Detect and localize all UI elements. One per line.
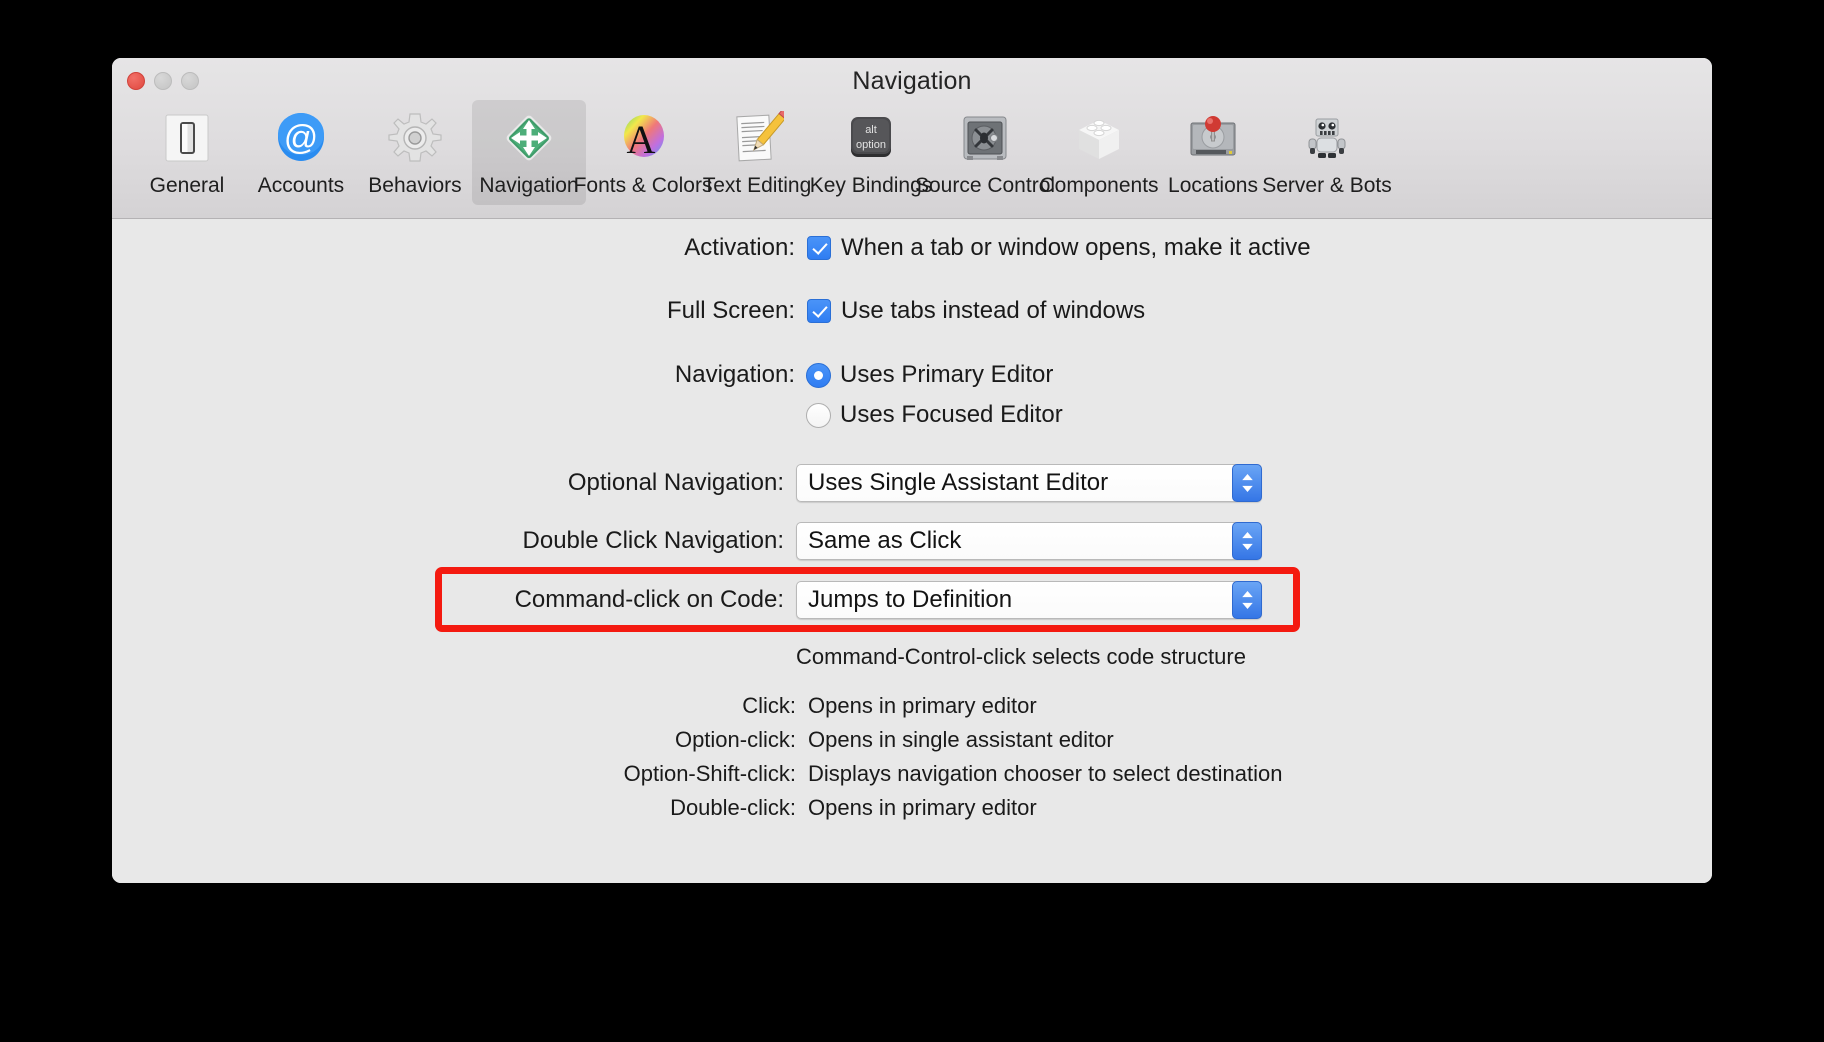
behavior-label: Option-click:: [674, 727, 796, 752]
double-click-navigation-select[interactable]: Same as Click: [796, 522, 1262, 560]
command-click-on-code-value: Jumps to Definition: [808, 586, 1013, 613]
tab-label: Locations: [1168, 174, 1258, 197]
key-icon-line2: option: [856, 139, 886, 151]
optional-navigation-row: Optional Navigation: Uses Single Assista…: [112, 464, 1712, 502]
navigation-label: Navigation:: [674, 361, 795, 388]
tab-label: Behaviors: [368, 174, 462, 197]
tab-label: Key Bindings: [809, 174, 933, 197]
tab-components[interactable]: Components: [1039, 100, 1159, 205]
tab-label: Server & Bots: [1262, 174, 1392, 197]
preferences-tab-bar: General @ Accounts Behaviors Navigation …: [130, 100, 1702, 205]
navigation-radio-row-focused: Uses Focused Editor: [112, 401, 1712, 429]
behavior-label: Click:: [742, 693, 796, 718]
radio-label-uses-primary-editor[interactable]: Uses Primary Editor: [840, 361, 1053, 389]
activation-checkbox[interactable]: [807, 236, 831, 260]
safe-vault-icon: [953, 106, 1017, 170]
double-click-navigation-row: Double Click Navigation: Same as Click: [112, 522, 1712, 560]
activation-row: Activation: When a tab or window opens, …: [112, 234, 1712, 262]
preferences-content: Activation: When a tab or window opens, …: [112, 219, 1712, 883]
behavior-label: Option-Shift-click:: [623, 761, 796, 786]
svg-text:@: @: [284, 119, 319, 157]
alt-option-key-icon: alt option: [839, 106, 903, 170]
optional-navigation-label: Optional Navigation:: [567, 469, 784, 496]
full-screen-checkbox[interactable]: [807, 299, 831, 323]
command-click-hint: Command-Control-click selects code struc…: [796, 644, 1246, 669]
window-title: Navigation: [852, 67, 972, 95]
activation-label: Activation:: [684, 234, 795, 261]
behavior-row-double-click: Double-click: Opens in primary editor: [112, 795, 1712, 821]
behavior-value: Opens in primary editor: [808, 795, 1037, 820]
window-toolbar: Navigation General @ Accounts Behaviors …: [112, 58, 1712, 219]
color-wheel-letter-a-icon: A: [611, 106, 675, 170]
tab-label: Text Editing: [702, 174, 812, 197]
behavior-row-click: Click: Opens in primary editor: [112, 693, 1712, 719]
behavior-value: Displays navigation chooser to select de…: [808, 761, 1283, 786]
optional-navigation-value: Uses Single Assistant Editor: [808, 469, 1109, 496]
activation-checkbox-label[interactable]: When a tab or window opens, make it acti…: [841, 234, 1311, 262]
tab-fonts-colors[interactable]: A Fonts & Colors: [574, 100, 712, 205]
four-way-arrow-icon: [497, 106, 561, 170]
double-click-navigation-value: Same as Click: [808, 527, 962, 554]
command-click-hint-row: Command-Control-click selects code struc…: [112, 644, 1712, 670]
screen: Navigation General @ Accounts Behaviors …: [0, 0, 1824, 1042]
tab-general[interactable]: General: [130, 100, 244, 205]
optional-navigation-select[interactable]: Uses Single Assistant Editor: [796, 464, 1262, 502]
behavior-row-option-shift-click: Option-Shift-click: Displays navigation …: [112, 761, 1712, 787]
command-click-on-code-row: Command-click on Code: Jumps to Definiti…: [112, 581, 1712, 619]
light-switch-icon: [155, 106, 219, 170]
tab-source-control[interactable]: Source Control: [915, 100, 1055, 205]
behavior-value: Opens in single assistant editor: [808, 727, 1114, 752]
tab-server-bots[interactable]: Server & Bots: [1262, 100, 1392, 205]
tab-label: General: [149, 174, 225, 197]
double-click-navigation-label: Double Click Navigation:: [522, 527, 784, 554]
stepper-arrows-icon[interactable]: [1232, 464, 1262, 502]
cube-block-icon: [1067, 106, 1131, 170]
tab-accounts[interactable]: @ Accounts: [244, 100, 358, 205]
full-screen-checkbox-label[interactable]: Use tabs instead of windows: [841, 297, 1145, 325]
tab-label: Fonts & Colors: [573, 174, 713, 197]
gear-icon: [383, 106, 447, 170]
radio-uses-primary-editor[interactable]: [806, 362, 831, 388]
stepper-arrows-icon[interactable]: [1232, 581, 1262, 619]
behavior-value: Opens in primary editor: [808, 693, 1037, 718]
full-screen-row: Full Screen: Use tabs instead of windows: [112, 297, 1712, 325]
command-click-on-code-select[interactable]: Jumps to Definition: [796, 581, 1262, 619]
at-sign-icon: @: [269, 106, 333, 170]
svg-text:A: A: [627, 117, 656, 162]
tab-navigation[interactable]: Navigation: [472, 100, 586, 205]
tab-locations[interactable]: Locations: [1156, 100, 1270, 205]
full-screen-label: Full Screen:: [666, 297, 795, 324]
radio-uses-focused-editor[interactable]: [806, 402, 831, 428]
robot-icon: [1295, 106, 1359, 170]
tab-label: Components: [1039, 174, 1159, 197]
tab-label: Accounts: [257, 174, 345, 197]
behavior-row-option-click: Option-click: Opens in single assistant …: [112, 727, 1712, 753]
key-icon-line1: alt: [865, 124, 877, 136]
preferences-window: Navigation General @ Accounts Behaviors …: [112, 58, 1712, 883]
tab-label: Source Control: [914, 174, 1056, 197]
document-pencil-icon: [725, 106, 789, 170]
tab-behaviors[interactable]: Behaviors: [358, 100, 472, 205]
command-click-on-code-label: Command-click on Code:: [514, 586, 784, 613]
tab-key-bindings[interactable]: alt option Key Bindings: [810, 100, 932, 205]
hard-drive-pin-icon: [1181, 106, 1245, 170]
tab-text-editing[interactable]: Text Editing: [700, 100, 814, 205]
radio-label-uses-focused-editor[interactable]: Uses Focused Editor: [840, 401, 1063, 429]
tab-label: Navigation: [479, 174, 579, 197]
behavior-label: Double-click:: [670, 795, 796, 820]
stepper-arrows-icon[interactable]: [1232, 522, 1262, 560]
navigation-radio-row-primary: Navigation: Uses Primary Editor: [112, 361, 1712, 389]
